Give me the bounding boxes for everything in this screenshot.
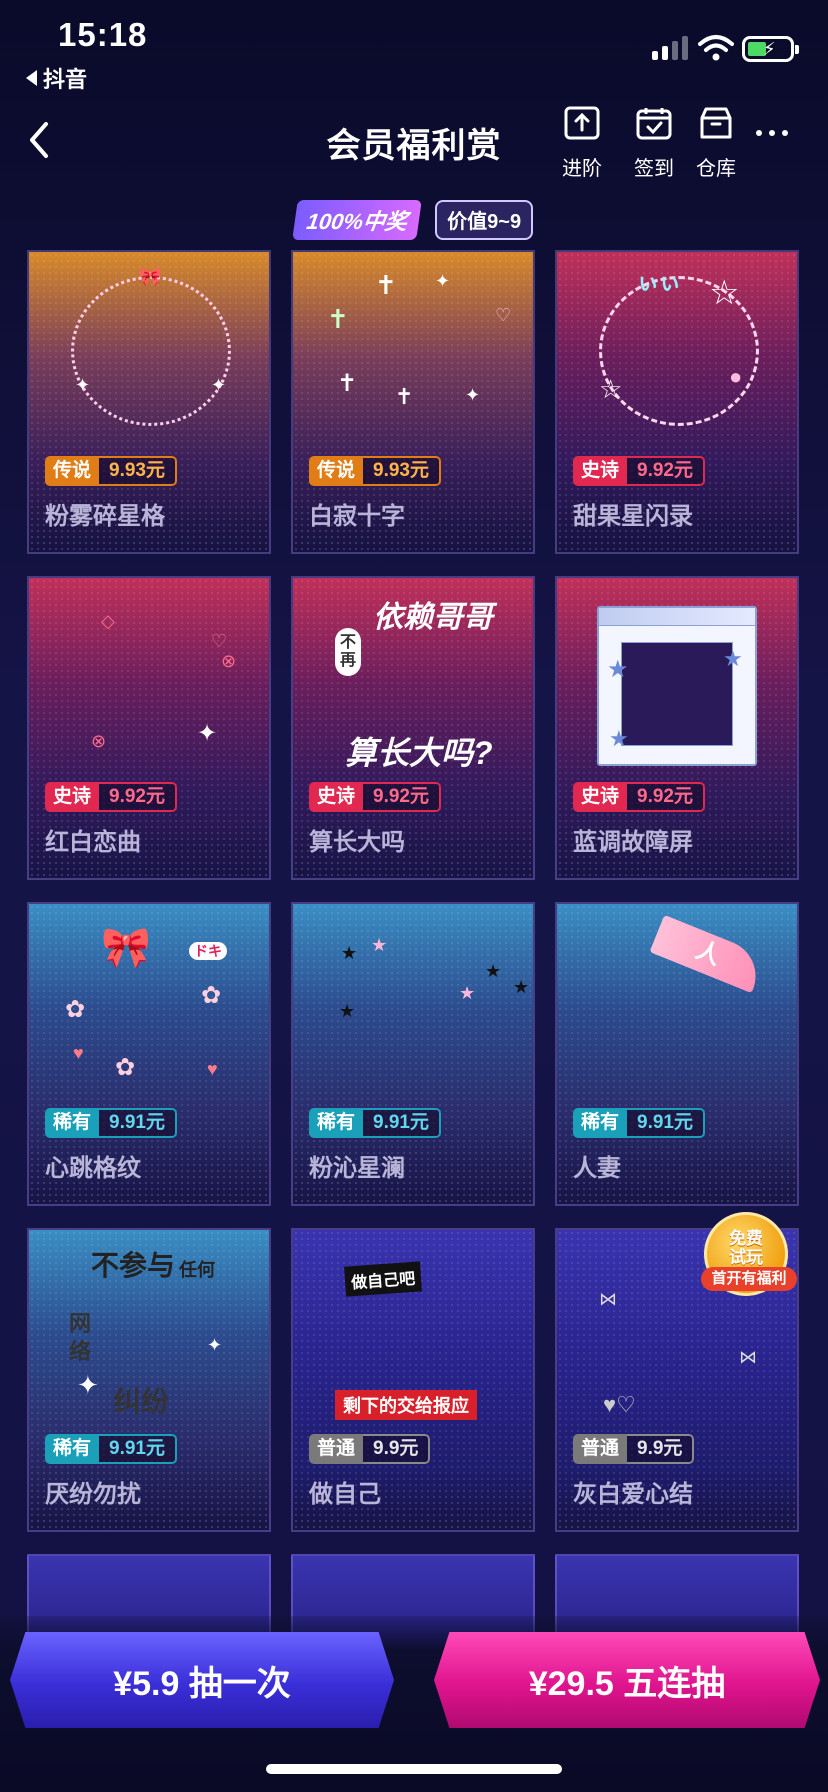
prize-card[interactable]: 🎀 ✦ ✦ 传说 9.93元 粉雾碎星格	[27, 250, 271, 554]
battery-icon: ⚡	[742, 36, 799, 62]
more-icon[interactable]	[756, 130, 788, 136]
draw-once-button[interactable]: ¥5.9 抽一次	[10, 1632, 394, 1728]
advance-label: 进阶	[562, 158, 602, 180]
wifi-icon	[698, 35, 734, 61]
rarity-price-tag: 史诗 9.92元	[573, 456, 705, 486]
advance-button[interactable]: 进阶	[552, 106, 612, 181]
art-text-bottom: 算长大吗?	[345, 735, 493, 771]
prize-card[interactable]: ぃぃ ☆ ☆ ● 史诗 9.92元 甜果星闪录	[555, 250, 799, 554]
prize-card[interactable]: ◇ ♡ ⊗ ⊗ ✦ 史诗 9.92元 红白恋曲	[27, 576, 271, 880]
prize-name: 心跳格纹	[45, 1155, 141, 1182]
window-frame-preview: ★ ★ ★	[597, 606, 757, 766]
prize-name: 厌纷勿扰	[45, 1481, 141, 1508]
art-text-a: 做自己吧	[344, 1261, 422, 1297]
prize-name: 白寂十字	[309, 503, 405, 530]
free-trial-badge[interactable]: 免费试玩 首开有福利	[701, 1212, 797, 1296]
art-text-top: 依赖哥哥	[373, 601, 493, 634]
frame-preview: 🎀 ✦ ✦	[71, 268, 231, 426]
frame-preview: ぃぃ ☆ ☆ ●	[599, 272, 759, 426]
status-bar: 15:18 抖音 ⚡	[0, 0, 828, 96]
checkin-label: 签到	[634, 158, 674, 180]
banner: 100%中奖 价值9~9	[0, 200, 828, 240]
frame-preview: ◇ ♡ ⊗ ⊗ ✦	[91, 611, 237, 751]
art-text-b: 任何	[179, 1260, 215, 1280]
rarity-price-tag: 普通 9.9元	[309, 1434, 431, 1464]
art-text-a: 不参与	[91, 1250, 176, 1281]
art-text-e: 纠纷	[113, 1386, 170, 1417]
prize-card[interactable]: ★ ★ ★ ★ ★ ★ 稀有 9.91元 粉沁星澜	[291, 902, 535, 1206]
free-trial-sub: 首开有福利	[701, 1267, 797, 1291]
guarantee-badge: 100%中奖	[292, 200, 422, 240]
frame-preview: ✝ ✦ ✝ ♡ ✝ ✝ ✦	[327, 270, 512, 409]
prize-name: 粉雾碎星格	[45, 503, 165, 530]
rarity-price-tag: 稀有 9.91元	[45, 1434, 177, 1464]
back-app-label: 抖音	[43, 67, 88, 92]
art-text-side: 不再	[335, 628, 361, 676]
prize-name: 灰白爱心结	[573, 1481, 693, 1508]
warehouse-button[interactable]: 仓库	[686, 106, 746, 181]
prize-card[interactable]: 人 稀有 9.91元 人妻	[555, 902, 799, 1206]
prize-card[interactable]: 🎀 ドキ ✿ ✿ ♥ ✿ ♥ 稀有 9.91元 心跳格纹	[27, 902, 271, 1206]
prize-name: 甜果星闪录	[573, 503, 693, 530]
rarity-price-tag: 普通 9.9元	[573, 1434, 695, 1464]
back-triangle-icon	[26, 70, 37, 86]
upload-icon	[564, 106, 600, 140]
rarity-price-tag: 传说 9.93元	[45, 456, 177, 486]
rarity-price-tag: 史诗 9.92元	[573, 782, 705, 812]
prize-card[interactable]: 依赖哥哥 不再 算长大吗? 史诗 9.92元 算长大吗	[291, 576, 535, 880]
draw-five-button[interactable]: ¥29.5 五连抽	[434, 1632, 820, 1728]
checkin-button[interactable]: 签到	[624, 106, 684, 181]
value-badge: 价值9~9	[435, 200, 534, 240]
free-trial-title: 免费试玩	[729, 1229, 763, 1267]
prize-name: 算长大吗	[309, 829, 405, 856]
prize-card[interactable]: ★ ★ ★ 史诗 9.92元 蓝调故障屏	[555, 576, 799, 880]
warehouse-label: 仓库	[696, 158, 736, 180]
frame-preview: 🎀 ドキ ✿ ✿ ♥ ✿ ♥	[65, 928, 231, 1080]
cellular-signal-icon	[652, 36, 688, 60]
rarity-price-tag: 史诗 9.92元	[45, 782, 177, 812]
rarity-price-tag: 稀有 9.91元	[45, 1108, 177, 1138]
status-time: 15:18	[58, 16, 148, 53]
frame-preview: ★ ★ ★ ★ ★ ★	[339, 935, 530, 1021]
prize-name: 红白恋曲	[45, 829, 141, 856]
rarity-price-tag: 稀有 9.91元	[573, 1108, 705, 1138]
prize-name: 人妻	[573, 1155, 621, 1182]
prize-card[interactable]: 做自己吧 剩下的交给报应 普通 9.9元 做自己	[291, 1228, 535, 1532]
prize-name: 粉沁星澜	[309, 1155, 405, 1182]
rarity-price-tag: 史诗 9.92元	[309, 782, 441, 812]
art-text-d: 络	[69, 1339, 92, 1364]
prize-name: 蓝调故障屏	[573, 829, 693, 856]
back-to-app-link[interactable]: 抖音	[26, 62, 87, 94]
prize-card[interactable]: ✝ ✦ ✝ ♡ ✝ ✝ ✦ 传说 9.93元 白寂十字	[291, 250, 535, 554]
calendar-check-icon	[636, 108, 672, 140]
prize-grid: 🎀 ✦ ✦ 传说 9.93元 粉雾碎星格 ✝ ✦ ✝ ♡ ✝ ✝ ✦ 传说 9.93	[27, 250, 803, 1532]
page: 15:18 抖音 ⚡ 会员福利赏 进阶 签到 仓库 100%中奖 价值9~9 🎀…	[0, 0, 828, 1792]
art-text-b: 剩下的交给报应	[335, 1390, 477, 1420]
rarity-price-tag: 稀有 9.91元	[309, 1108, 441, 1138]
rarity-price-tag: 传说 9.93元	[309, 456, 441, 486]
nav-bar: 会员福利赏 进阶 签到 仓库	[0, 96, 828, 186]
box-icon	[700, 107, 732, 139]
prize-card[interactable]: 不参与 任何 网 络 纠纷 ✦ ✦ 稀有 9.91元 厌纷勿扰	[27, 1228, 271, 1532]
prize-name: 做自己	[309, 1481, 381, 1508]
home-indicator[interactable]	[266, 1764, 562, 1774]
